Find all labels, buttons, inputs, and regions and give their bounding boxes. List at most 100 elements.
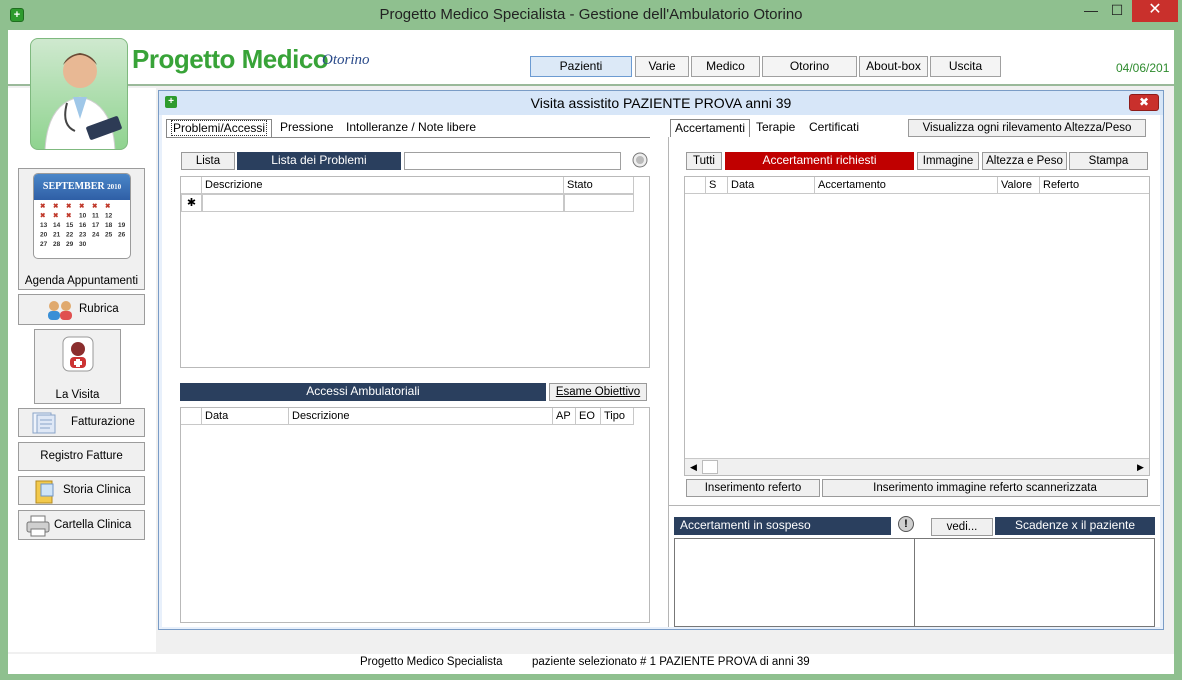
esame-obiettivo-label: Esame Obiettivo [555,386,641,398]
stampa-button[interactable]: Stampa [1069,152,1148,170]
scroll-right-arrow[interactable]: ▶ [1132,459,1149,475]
vedi-button[interactable]: vedi... [931,518,993,536]
menu-about-box[interactable]: About-box [859,56,928,77]
registro-fatture-button[interactable]: Registro Fatture [18,442,145,471]
storia-clinica-button[interactable]: Storia Clinica [18,476,145,505]
visualizza-altezza-peso-button[interactable]: Visualizza ogni rilevamento Altezza/Peso [908,119,1146,137]
agenda-appuntamenti-button[interactable]: SEPTEMBER 2010 ✖ ✖ ✖ ✖ ✖ ✖ ✖ ✖ ✖ 10 11 12 13 14 15 16 17… [18,168,145,290]
calendar-day: 25 [105,232,113,239]
menu-uscita[interactable]: Uscita [930,56,1001,77]
menu-otorino[interactable]: Otorino [762,56,857,77]
visit-close-button[interactable]: ✖ [1129,94,1159,111]
new-row-stato-cell[interactable] [564,194,634,212]
close-button[interactable]: ✕ [1132,0,1178,22]
calendar-day: 17 [92,222,100,229]
cartella-clinica-label: Cartella Clinica [54,519,132,531]
doctor-illustration [44,53,122,149]
scroll-thumb[interactable] [702,460,718,474]
calendar-day: ✖ [53,202,59,210]
tab-problemi-accessi[interactable]: Problemi/Accessi [166,119,273,137]
col-descrizione[interactable]: Descrizione [289,408,553,425]
calendar-day: ✖ [66,202,72,210]
immagine-button[interactable]: Immagine [917,152,979,170]
maximize-button[interactable]: ☐ [1102,0,1132,22]
col-stato[interactable]: Stato [564,177,634,194]
visit-title: Visita assistito PAZIENTE PROVA anni 39 [530,95,792,111]
col-data[interactable]: Data [728,177,815,194]
tab-certificati[interactable]: Certificati [805,119,863,137]
rubrica-button[interactable]: Rubrica [18,294,145,325]
accertamenti-sospeso-header: Accertamenti in sospeso [674,517,891,535]
calendar-day: 28 [53,241,61,248]
new-row-marker: ✱ [181,194,202,212]
calendar-day: ✖ [79,202,85,210]
calendar-month: SEPTEMBER [42,181,105,192]
calendar-day: 19 [118,222,126,229]
agenda-label: Agenda Appuntamenti [24,275,139,287]
calendar-day: 30 [79,241,87,248]
status-patient: paziente selezionato # 1 PAZIENTE PROVA … [532,656,810,668]
col-accertamento[interactable]: Accertamento [815,177,998,194]
calendar-day: 21 [53,232,61,239]
calendar-day: 20 [40,232,48,239]
tab-terapie[interactable]: Terapie [752,119,799,137]
accessi-ambulatoriali-header: Accessi Ambulatoriali [180,383,546,401]
col-data[interactable]: Data [202,408,289,425]
accertamenti-grid[interactable]: S Data Accertamento Valore Referto ◀ ▶ [684,176,1150,476]
title-bar: + Progetto Medico Specialista - Gestione… [0,0,1182,30]
visit-window: + Visita assistito PAZIENTE PROVA anni 3… [158,90,1164,630]
tab-pressione[interactable]: Pressione [276,119,337,137]
menu-varie[interactable]: Varie [635,56,689,77]
inserimento-referto-button[interactable]: Inserimento referto [686,479,820,497]
tutti-button[interactable]: Tutti [686,152,722,170]
right-section-divider [668,505,1160,506]
altezza-peso-button[interactable]: Altezza e Peso [982,152,1067,170]
calendar-day: ✖ [105,202,111,210]
accessi-grid[interactable]: Data Descrizione AP EO Tipo [180,407,650,623]
tab-problemi-accessi-label: Problemi/Accessi [171,120,268,136]
invoice-icon [32,412,56,434]
scroll-left-arrow[interactable]: ◀ [685,459,702,475]
pane-divider [668,137,669,627]
status-bar: Progetto Medico Specialista paziente sel… [8,654,1174,674]
col-valore[interactable]: Valore [998,177,1040,194]
calendar-day: 23 [79,232,87,239]
client-area: Progetto Medico Otorino Pazienti Varie M… [8,30,1174,674]
status-app-name: Progetto Medico Specialista [360,656,503,668]
grid-corner [181,177,202,194]
tab-intolleranze[interactable]: Intolleranze / Note libere [342,119,480,137]
calendar-day: 16 [79,222,87,229]
calendar-day: 11 [92,213,99,220]
brand-logo-text: Progetto Medico [132,44,329,74]
problems-grid[interactable]: Descrizione Stato ✱ [180,176,650,368]
col-referto[interactable]: Referto [1040,177,1149,194]
circle-clear-icon[interactable] [631,151,649,169]
fatturazione-button[interactable]: Fatturazione [18,408,145,437]
cartella-clinica-button[interactable]: Cartella Clinica [18,510,145,540]
info-icon[interactable]: ! [898,516,914,532]
menu-medico[interactable]: Medico [691,56,760,77]
tab-accertamenti[interactable]: Accertamenti [670,119,751,137]
current-date: 04/06/201 [1116,61,1170,75]
problem-search-input[interactable] [404,152,621,170]
col-descrizione[interactable]: Descrizione [202,177,564,194]
visit-titlebar: + Visita assistito PAZIENTE PROVA anni 3… [159,91,1163,115]
col-s[interactable]: S [706,177,728,194]
rubrica-label: Rubrica [79,303,119,315]
inserimento-immagine-referto-button[interactable]: Inserimento immagine referto scannerizza… [822,479,1148,497]
brand-subtitle: Otorino [322,52,370,68]
col-eo[interactable]: EO [576,408,601,425]
horizontal-scrollbar[interactable]: ◀ ▶ [685,458,1149,475]
calendar-day: 12 [105,213,113,220]
la-visita-button[interactable]: La Visita [34,329,121,404]
window-title: Progetto Medico Specialista - Gestione d… [379,6,803,23]
lista-button[interactable]: Lista [181,152,235,170]
menu-pazienti[interactable]: Pazienti [530,56,632,77]
col-tipo[interactable]: Tipo [601,408,634,425]
panel-split [914,539,915,626]
new-row-descrizione-cell[interactable] [202,194,564,212]
col-ap[interactable]: AP [553,408,576,425]
calendar-day: 29 [66,241,74,248]
scadenze-paziente-header: Scadenze x il paziente [995,517,1155,535]
esame-obiettivo-button[interactable]: Esame Obiettivo [549,383,647,401]
